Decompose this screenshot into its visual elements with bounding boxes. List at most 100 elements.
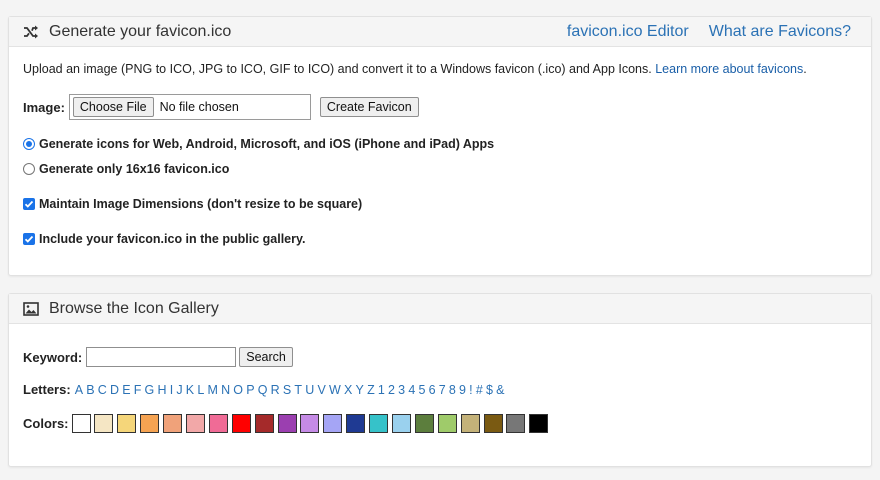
radio-all-apps[interactable] bbox=[23, 138, 35, 150]
letter-link[interactable]: S bbox=[283, 383, 291, 397]
intro-text: Upload an image (PNG to ICO, JPG to ICO,… bbox=[23, 62, 807, 76]
file-status: No file chosen bbox=[159, 100, 239, 114]
letter-link[interactable]: W bbox=[329, 383, 341, 397]
color-swatch[interactable] bbox=[460, 414, 480, 433]
letter-link[interactable]: J bbox=[176, 383, 182, 397]
color-swatch[interactable] bbox=[277, 414, 297, 433]
image-label: Image: bbox=[23, 99, 65, 115]
letter-link[interactable]: 8 bbox=[449, 383, 456, 397]
letter-link[interactable]: K bbox=[186, 383, 194, 397]
letter-link[interactable]: M bbox=[207, 383, 217, 397]
letter-link[interactable]: X bbox=[344, 383, 352, 397]
color-swatch[interactable] bbox=[94, 414, 114, 433]
radio-16-row[interactable]: Generate only 16x16 favicon.ico bbox=[23, 162, 229, 176]
letter-link[interactable]: 1 bbox=[378, 383, 385, 397]
letter-link[interactable]: U bbox=[305, 383, 314, 397]
color-swatch[interactable] bbox=[117, 414, 137, 433]
letter-link[interactable]: I bbox=[170, 383, 173, 397]
colors-row: Colors: bbox=[23, 414, 552, 433]
choose-file-button[interactable]: Choose File bbox=[72, 97, 154, 117]
checkmark-icon bbox=[24, 200, 34, 208]
checkbox-public-gallery[interactable] bbox=[23, 233, 35, 245]
color-swatch[interactable] bbox=[529, 414, 549, 433]
learn-more-link[interactable]: Learn more about favicons bbox=[655, 62, 803, 76]
color-swatch[interactable] bbox=[369, 414, 389, 433]
color-swatch[interactable] bbox=[300, 414, 320, 433]
checkmark-icon bbox=[24, 235, 34, 243]
color-swatch[interactable] bbox=[254, 414, 274, 433]
letter-link[interactable]: Q bbox=[258, 383, 268, 397]
color-swatch[interactable] bbox=[208, 414, 228, 433]
color-swatch[interactable] bbox=[483, 414, 503, 433]
letter-link[interactable]: 4 bbox=[408, 383, 415, 397]
generate-panel-header: Generate your favicon.ico favicon.ico Ed… bbox=[9, 17, 871, 47]
letter-link[interactable]: 6 bbox=[429, 383, 436, 397]
what-are-favicons-link[interactable]: What are Favicons? bbox=[709, 23, 851, 41]
letter-link[interactable]: ! bbox=[469, 383, 472, 397]
gallery-panel-header: Browse the Icon Gallery bbox=[9, 294, 871, 324]
letters-list: A B C D E F G H I J K L M N O P Q R S T U V W X Y Z 1 2 3 4 5 6 7 8 9! # $ & bbox=[75, 382, 508, 397]
letter-link[interactable]: P bbox=[246, 383, 254, 397]
radio-16x16[interactable] bbox=[23, 163, 35, 175]
file-input[interactable]: Choose File No file chosen bbox=[68, 94, 311, 120]
letters-row: Letters: ABCDEFGHIJKLMNOPQRSTUVWXYZ12345… bbox=[23, 382, 508, 397]
color-swatch[interactable] bbox=[323, 414, 343, 433]
letter-link[interactable]: C bbox=[98, 383, 107, 397]
color-swatch[interactable] bbox=[231, 414, 251, 433]
letter-link[interactable]: L bbox=[197, 383, 204, 397]
letter-link[interactable]: A bbox=[75, 383, 83, 397]
color-swatch[interactable] bbox=[437, 414, 457, 433]
letter-link[interactable]: 9 bbox=[459, 383, 466, 397]
dimensions-row[interactable]: Maintain Image Dimensions (don't resize … bbox=[23, 197, 362, 211]
letter-link[interactable]: E bbox=[122, 383, 130, 397]
checkbox-dimensions[interactable] bbox=[23, 198, 35, 210]
color-swatch[interactable] bbox=[71, 414, 91, 433]
search-button[interactable]: Search bbox=[239, 347, 293, 367]
letter-link[interactable]: Y bbox=[356, 383, 364, 397]
color-swatch[interactable] bbox=[163, 414, 183, 433]
gallery-check-row[interactable]: Include your favicon.ico in the public g… bbox=[23, 232, 306, 246]
letter-link[interactable]: $ bbox=[486, 383, 493, 397]
letter-link[interactable]: O bbox=[233, 383, 243, 397]
letter-link[interactable]: 7 bbox=[439, 383, 446, 397]
color-swatch[interactable] bbox=[185, 414, 205, 433]
keyword-label: Keyword: bbox=[23, 349, 83, 365]
letter-link[interactable]: 3 bbox=[398, 383, 405, 397]
letter-link[interactable]: B bbox=[86, 383, 94, 397]
gallery-panel: Browse the Icon Gallery Keyword: Search … bbox=[8, 293, 872, 467]
create-favicon-button[interactable]: Create Favicon bbox=[319, 97, 419, 117]
letter-link[interactable]: # bbox=[476, 383, 483, 397]
header-links: favicon.ico Editor What are Favicons? bbox=[547, 17, 851, 47]
letter-link[interactable]: G bbox=[145, 383, 155, 397]
dimensions-label: Maintain Image Dimensions (don't resize … bbox=[39, 197, 363, 211]
generate-panel-title: Generate your favicon.ico bbox=[49, 22, 232, 40]
intro-description: Upload an image (PNG to ICO, JPG to ICO,… bbox=[23, 62, 652, 76]
color-swatch[interactable] bbox=[414, 414, 434, 433]
letter-link[interactable]: 5 bbox=[418, 383, 425, 397]
keyword-input[interactable] bbox=[86, 347, 237, 367]
letter-link[interactable]: R bbox=[271, 383, 280, 397]
image-row: Image: Choose File No file chosen Create… bbox=[23, 94, 419, 120]
favicon-editor-link[interactable]: favicon.ico Editor bbox=[567, 23, 689, 41]
color-swatches bbox=[71, 414, 553, 433]
color-swatch[interactable] bbox=[391, 414, 411, 433]
letter-link[interactable]: 2 bbox=[388, 383, 395, 397]
radio-all-row[interactable]: Generate icons for Web, Android, Microso… bbox=[23, 137, 494, 151]
color-swatch[interactable] bbox=[506, 414, 526, 433]
letter-link[interactable]: D bbox=[110, 383, 119, 397]
image-icon bbox=[23, 301, 39, 317]
letter-link[interactable]: H bbox=[157, 383, 166, 397]
colors-label: Colors: bbox=[23, 416, 69, 431]
letter-link[interactable]: T bbox=[294, 383, 302, 397]
color-swatch[interactable] bbox=[140, 414, 160, 433]
letter-link[interactable]: Z bbox=[367, 383, 375, 397]
radio-all-label: Generate icons for Web, Android, Microso… bbox=[39, 137, 495, 151]
keyword-row: Keyword: Search bbox=[23, 347, 293, 367]
generate-panel-body: Upload an image (PNG to ICO, JPG to ICO,… bbox=[9, 47, 871, 76]
letter-link[interactable]: V bbox=[317, 383, 325, 397]
letters-label: Letters: bbox=[23, 382, 71, 397]
letter-link[interactable]: & bbox=[496, 383, 504, 397]
color-swatch[interactable] bbox=[346, 414, 366, 433]
letter-link[interactable]: N bbox=[221, 383, 230, 397]
letter-link[interactable]: F bbox=[134, 383, 142, 397]
